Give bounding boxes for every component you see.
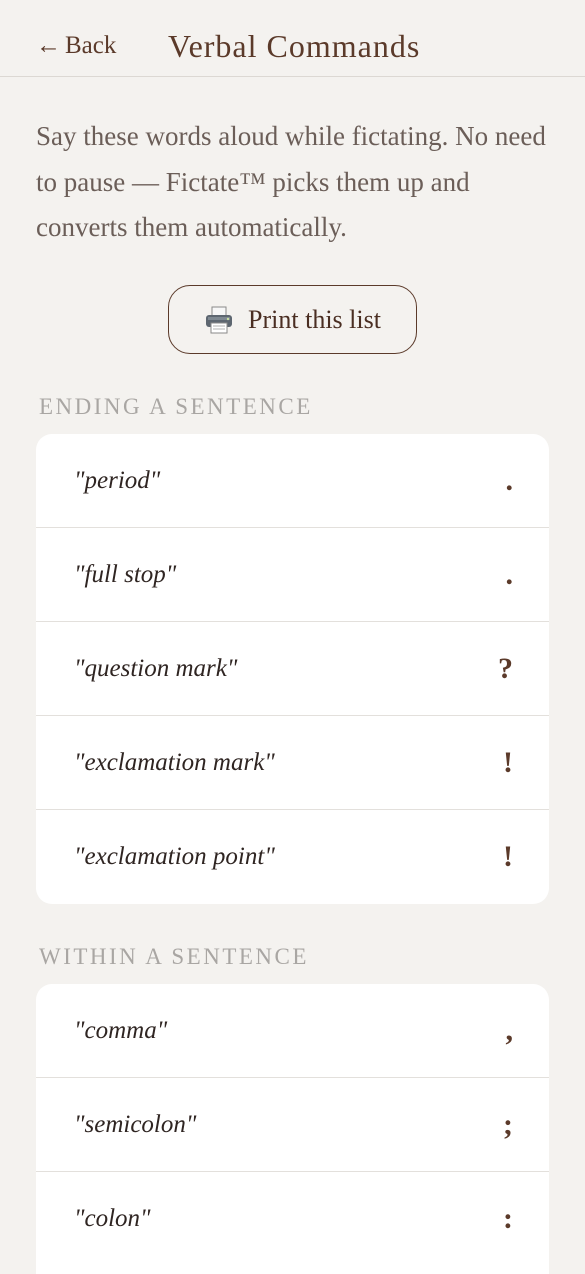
command-phrase: "exclamation mark" bbox=[74, 748, 275, 776]
command-symbol: : bbox=[503, 1202, 513, 1235]
section-heading-ending: ENDING A SENTENCE bbox=[39, 394, 313, 419]
command-row[interactable]: "colon" : bbox=[36, 1172, 549, 1266]
command-phrase: "comma" bbox=[74, 1016, 168, 1044]
printer-icon bbox=[204, 306, 234, 334]
command-phrase: "colon" bbox=[74, 1205, 151, 1232]
command-symbol: ! bbox=[503, 745, 513, 779]
command-phrase: "semicolon" bbox=[74, 1110, 197, 1138]
command-phrase: "period" bbox=[74, 466, 161, 494]
page-title: Verbal Commands bbox=[168, 28, 421, 64]
back-label: Back bbox=[65, 32, 117, 59]
back-arrow-icon: ← bbox=[36, 32, 61, 59]
within-commands-card: "comma" , "semicolon" ; "colon" : bbox=[36, 984, 549, 1274]
command-symbol: , bbox=[505, 1013, 514, 1047]
command-symbol: . bbox=[505, 557, 514, 591]
command-phrase: "question mark" bbox=[74, 654, 238, 682]
command-row[interactable]: "semicolon" ; bbox=[36, 1078, 549, 1172]
command-row[interactable]: "exclamation mark" ! bbox=[36, 716, 549, 810]
command-row[interactable]: "period" . bbox=[36, 434, 549, 528]
command-symbol: ? bbox=[498, 651, 513, 685]
print-button-label: Print this list bbox=[248, 304, 381, 334]
intro-text: Say these words aloud while fictating. N… bbox=[36, 121, 546, 242]
command-phrase: "full stop" bbox=[74, 560, 177, 588]
ending-commands-card: "period" . "full stop" . "question mark"… bbox=[36, 434, 549, 904]
back-button[interactable]: ← Back bbox=[36, 30, 116, 62]
section-heading-within: WITHIN A SENTENCE bbox=[39, 944, 309, 969]
command-row[interactable]: "question mark" ? bbox=[36, 622, 549, 716]
top-nav-bar: ← Back Verbal Commands bbox=[0, 0, 585, 77]
command-phrase: "exclamation point" bbox=[74, 843, 275, 870]
print-list-button[interactable]: Print this list bbox=[168, 285, 417, 354]
command-row[interactable]: "exclamation point" ! bbox=[36, 810, 549, 904]
command-symbol: . bbox=[505, 463, 514, 497]
command-row[interactable]: "full stop" . bbox=[36, 528, 549, 622]
command-symbol: ; bbox=[503, 1107, 513, 1141]
command-row[interactable]: "comma" , bbox=[36, 984, 549, 1078]
command-symbol: ! bbox=[503, 840, 513, 873]
